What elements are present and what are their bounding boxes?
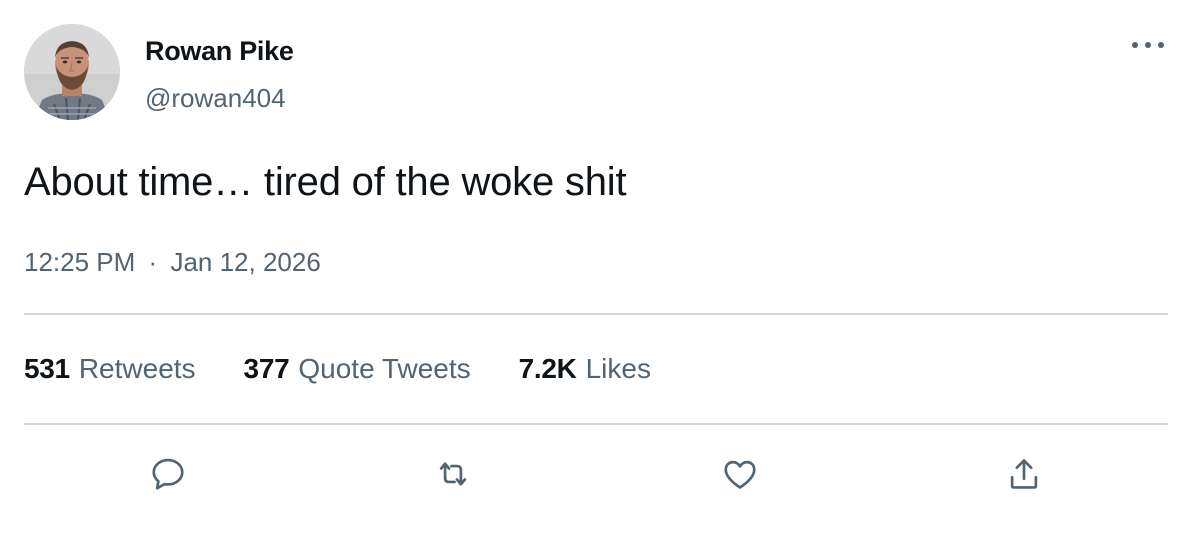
retweets-stat[interactable]: 531 Retweets [24,353,196,385]
share-icon [1010,459,1038,489]
display-name[interactable]: Rowan Pike [145,36,294,67]
tweet-time-link[interactable]: 12:25 PM [24,247,135,277]
divider [24,423,1168,425]
quote-tweets-stat[interactable]: 377 Quote Tweets [244,353,471,385]
heart-icon [724,460,756,489]
retweet-button[interactable] [428,449,478,499]
share-button[interactable] [999,449,1049,499]
more-options-button[interactable] [1124,30,1172,60]
tweet-text: About time… tired of the woke shit [24,160,627,204]
retweets-count: 531 [24,353,70,384]
retweets-label: Retweets [78,353,196,384]
avatar-image [24,24,120,120]
more-icon [1132,42,1164,48]
reply-button[interactable] [143,449,193,499]
quote-tweets-label: Quote Tweets [298,353,471,384]
tweet-date: Jan 12, 2026 [170,247,321,277]
timestamp-separator: · [148,247,158,277]
quote-tweets-count: 377 [243,353,290,384]
tweet-time: 12:25 PM [24,247,136,277]
tweet-timestamp: 12:25 PM · Jan 12, 2026 [24,247,321,278]
tweet-stats: 531 Retweets 377 Quote Tweets 7.2K Likes [24,353,651,385]
like-button[interactable] [715,449,765,499]
likes-count: 7.2K [518,353,577,384]
likes-label: Likes [585,353,651,384]
retweet-icon [439,462,467,486]
avatar[interactable] [24,24,120,120]
tweet-date-link[interactable]: Jan 12, 2026 [170,247,320,277]
likes-stat[interactable]: 7.2K Likes [519,353,651,385]
reply-icon [152,458,184,490]
tweet-card: Rowan Pike @rowan404 About time… tired o… [0,0,1192,546]
user-handle[interactable]: @rowan404 [145,83,286,114]
divider [24,313,1168,315]
